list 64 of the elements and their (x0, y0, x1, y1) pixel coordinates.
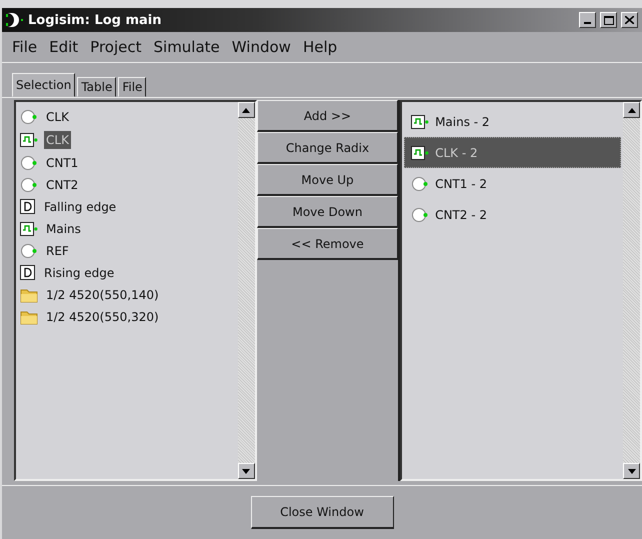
up-arrow-icon (242, 108, 250, 112)
up-arrow-icon (628, 108, 636, 112)
list-item[interactable]: 1/2 4520(550,140) (44, 286, 161, 304)
minimize-button[interactable] (579, 12, 596, 28)
input-pin-icon (411, 176, 430, 192)
action-button[interactable]: Add >> (256, 100, 398, 132)
list-item[interactable]: Falling edge (42, 198, 118, 216)
tab[interactable]: Selection (12, 73, 76, 97)
list-item[interactable]: Rising edge (42, 264, 116, 282)
list-item[interactable]: CNT1 (44, 154, 80, 172)
folder-icon (20, 288, 38, 302)
item-label: CNT2 - 2 (435, 208, 487, 222)
scroll-down-button[interactable] (238, 463, 255, 479)
maximize-icon (604, 16, 614, 24)
list-item[interactable]: CNT1 - 2 (404, 168, 621, 199)
input-pin-icon (20, 155, 38, 171)
item-label: CNT1 - 2 (435, 176, 487, 190)
menu-item[interactable]: Simulate (150, 38, 228, 56)
list-item[interactable]: Mains - 2 (404, 106, 621, 137)
menu-item[interactable]: File (8, 38, 46, 56)
menu-item[interactable]: Window (228, 38, 299, 56)
input-pin-icon (20, 243, 38, 259)
menu-item[interactable]: Help (298, 38, 346, 56)
probe-icon (20, 199, 36, 215)
scroll-down-button[interactable] (623, 463, 640, 479)
action-button[interactable]: Move Up (256, 164, 398, 196)
maximize-button[interactable] (600, 12, 617, 28)
scrollbar[interactable] (623, 102, 640, 479)
logisim-logo-icon (6, 12, 24, 28)
list-item[interactable]: REF (44, 242, 71, 260)
clock-icon (411, 114, 430, 130)
list-item[interactable]: CLK (44, 108, 71, 126)
list-item[interactable]: 1/2 4520(550,320) (44, 308, 161, 326)
item-label: CLK - 2 (435, 146, 478, 160)
clock-icon (20, 132, 38, 148)
list-item[interactable]: CNT2 - 2 (404, 199, 621, 230)
probe-icon (20, 265, 36, 281)
scroll-up-button[interactable] (238, 102, 255, 118)
action-button[interactable]: Change Radix (256, 132, 398, 164)
item-label: Mains - 2 (435, 114, 490, 128)
scrollbar[interactable] (238, 102, 255, 479)
menu-item[interactable]: Project (86, 38, 150, 56)
input-pin-icon (20, 177, 38, 193)
window-title: Logisim: Log main (28, 12, 163, 28)
input-pin-icon (20, 109, 38, 125)
down-arrow-icon (242, 468, 250, 474)
folder-icon (20, 310, 38, 324)
input-pin-icon (411, 206, 430, 222)
list-item[interactable]: CLK (44, 131, 71, 149)
tab[interactable]: Table (77, 77, 116, 97)
menu-item[interactable]: Edit (45, 38, 86, 56)
close-button[interactable] (621, 12, 638, 28)
list-item[interactable]: CLK - 2 (404, 137, 621, 168)
action-button[interactable]: << Remove (256, 228, 398, 260)
close-window-button[interactable]: Close Window (250, 496, 394, 529)
close-icon (625, 16, 634, 24)
list-item[interactable]: CNT2 (44, 176, 80, 194)
scroll-up-button[interactable] (623, 102, 640, 118)
down-arrow-icon (628, 468, 636, 474)
tab[interactable]: File (118, 77, 146, 97)
action-button[interactable]: Move Down (256, 196, 398, 228)
clock-icon (411, 144, 430, 160)
list-item[interactable]: Mains (44, 220, 83, 238)
clock-icon (20, 221, 38, 237)
